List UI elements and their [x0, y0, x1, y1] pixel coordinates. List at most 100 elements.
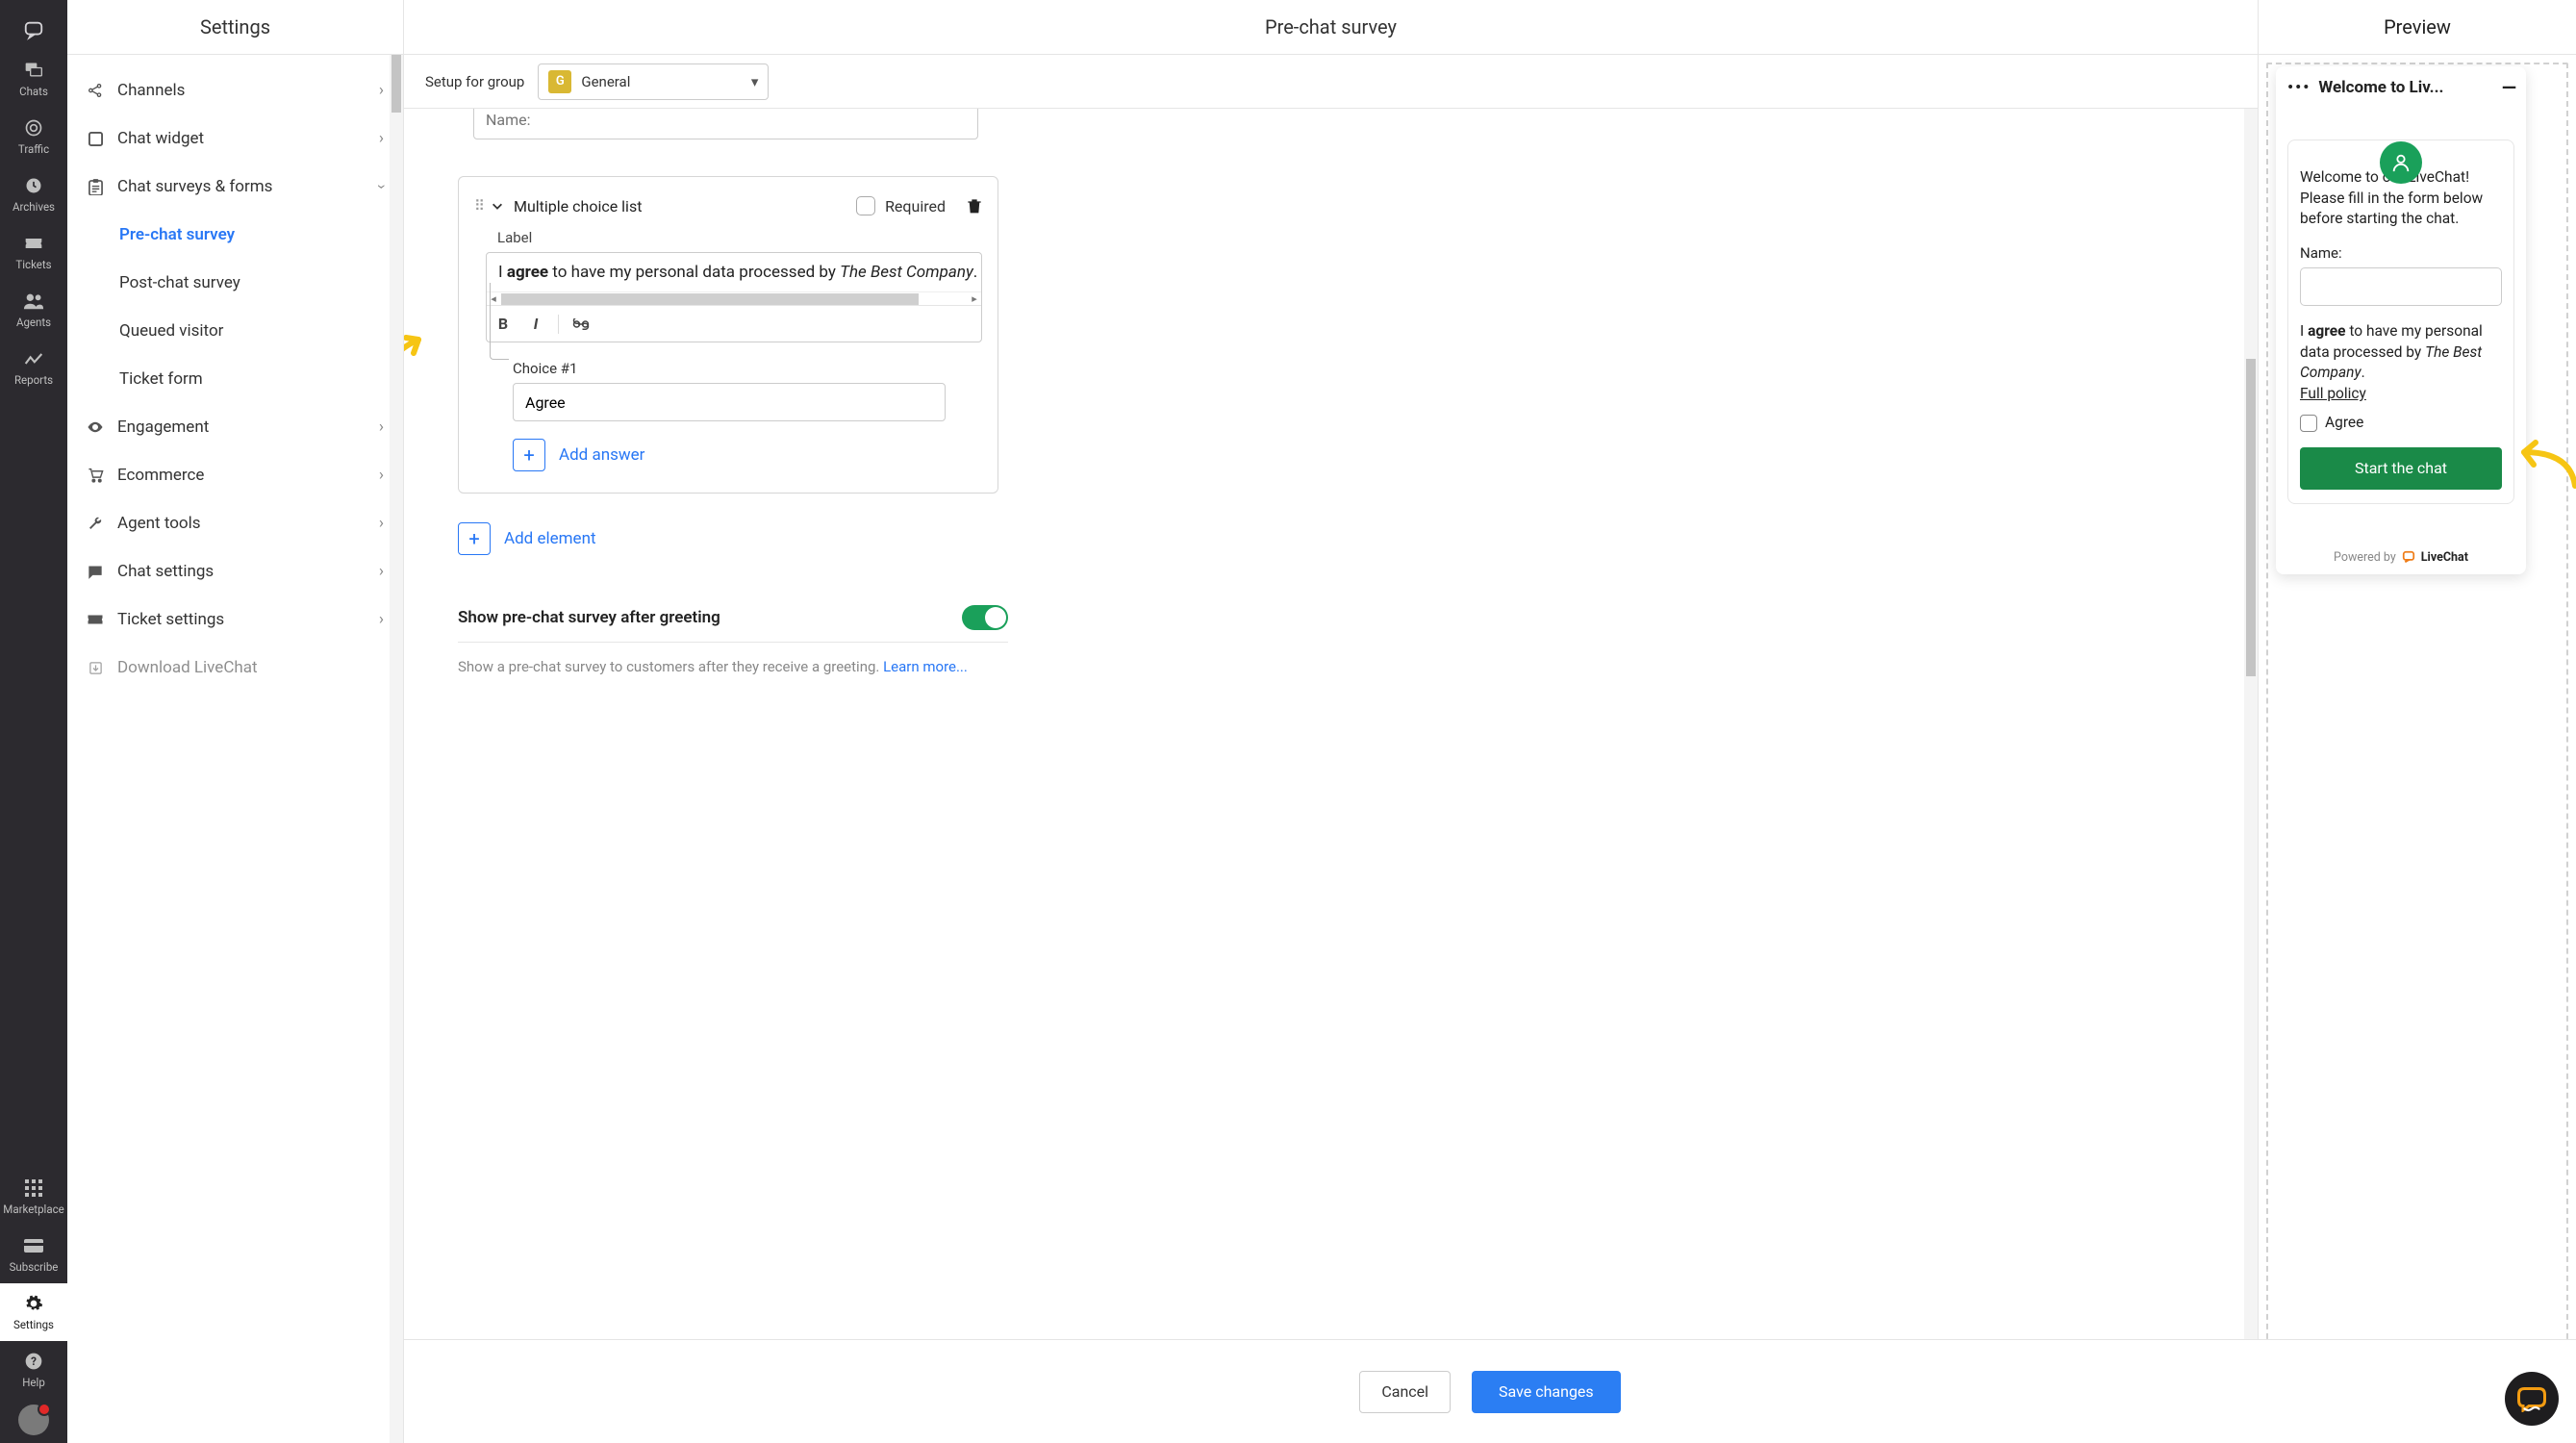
rail-subscribe[interactable]: Subscribe: [0, 1226, 67, 1283]
minimize-icon[interactable]: —: [2502, 76, 2514, 99]
action-footer: Cancel Save changes: [404, 1339, 2576, 1443]
chevron-down-icon[interactable]: [491, 199, 504, 213]
italic-button[interactable]: I: [519, 310, 552, 339]
card-type: Multiple choice list: [514, 197, 642, 215]
cart-icon: [87, 467, 104, 484]
toggle-switch[interactable]: [962, 605, 1008, 630]
annotation-arrow-icon: [404, 330, 433, 417]
rail-chats[interactable]: Chats: [0, 50, 67, 108]
menu-channels[interactable]: Channels ›: [67, 66, 403, 114]
chevron-down-icon: ▾: [751, 73, 759, 90]
menu-label: Ticket settings: [117, 610, 224, 629]
preview-name-input[interactable]: [2300, 267, 2502, 306]
rail-label: Marketplace: [3, 1202, 63, 1216]
choice-label: Choice #1: [513, 360, 982, 377]
cancel-button[interactable]: Cancel: [1359, 1371, 1451, 1413]
menu-chat-settings[interactable]: Chat settings ›: [67, 547, 403, 595]
add-element-button[interactable]: +: [458, 522, 491, 555]
rich-text-editor[interactable]: I agree to have my personal data process…: [486, 252, 982, 342]
choice-input[interactable]: [513, 383, 946, 421]
menu-label: Chat widget: [117, 129, 204, 148]
checkbox-icon: [2300, 415, 2317, 432]
avatar[interactable]: [18, 1405, 49, 1435]
rte-content[interactable]: I agree to have my personal data process…: [487, 253, 981, 291]
menu-sub-queued[interactable]: Queued visitor: [67, 307, 403, 355]
card-icon: [23, 1235, 44, 1256]
menu-ticket-settings[interactable]: Ticket settings ›: [67, 595, 403, 644]
preview-name-label: Name:: [2300, 243, 2502, 264]
scrollbar[interactable]: [2244, 109, 2258, 1443]
rail-label: Help: [22, 1376, 45, 1389]
rail-logo[interactable]: [0, 10, 67, 50]
show-greeting-title: Show pre-chat survey after greeting: [458, 608, 720, 627]
menu-engagement[interactable]: Engagement ›: [67, 403, 403, 451]
label-title: Label: [497, 229, 982, 246]
chats-icon: [23, 60, 44, 81]
chevron-right-icon: ›: [379, 514, 384, 533]
more-icon[interactable]: •••: [2287, 78, 2311, 97]
menu-sub-postchat[interactable]: Post-chat survey: [67, 259, 403, 307]
rail-reports[interactable]: Reports: [0, 339, 67, 396]
start-chat-button[interactable]: Start the chat: [2300, 447, 2502, 490]
required-toggle[interactable]: Required: [856, 196, 946, 215]
chevron-right-icon: ›: [379, 418, 384, 437]
trash-icon[interactable]: [967, 197, 982, 215]
rail-help[interactable]: ? Help: [0, 1341, 67, 1399]
add-answer-button[interactable]: +: [513, 439, 545, 471]
svg-text:?: ?: [31, 1354, 37, 1368]
rail-tickets[interactable]: Tickets: [0, 223, 67, 281]
livechat-logo-icon: [2402, 550, 2415, 564]
menu-label: Agent tools: [117, 514, 201, 533]
preview-agree-checkbox[interactable]: Agree: [2300, 413, 2502, 434]
rail-settings[interactable]: Settings: [0, 1283, 67, 1341]
tree-connector: [490, 283, 509, 360]
add-answer-link[interactable]: Add answer: [559, 445, 644, 465]
menu-label: Channels: [117, 81, 185, 100]
rail-label: Archives: [13, 200, 55, 214]
menu-label: Chat surveys & forms: [117, 177, 272, 196]
square-icon: [87, 130, 104, 147]
rail-label: Agents: [16, 316, 51, 329]
wrench-icon: [87, 515, 104, 532]
horizontal-scrollbar[interactable]: ◂▸: [487, 291, 981, 305]
chevron-right-icon: ›: [379, 562, 384, 581]
preview-column: Preview ••• Welcome to Liv... — Welcome …: [2259, 0, 2576, 1443]
full-policy-link[interactable]: Full policy: [2300, 385, 2366, 402]
group-select[interactable]: G General ▾: [538, 63, 769, 100]
grid-icon: [23, 1177, 44, 1199]
rail-label: Traffic: [18, 142, 49, 156]
link-button[interactable]: [565, 310, 597, 339]
rail-traffic[interactable]: Traffic: [0, 108, 67, 165]
chevron-right-icon: ›: [379, 610, 384, 629]
name-field[interactable]: [473, 109, 978, 139]
menu-download[interactable]: Download LiveChat: [67, 644, 403, 692]
chevron-down-icon: ›: [371, 184, 391, 189]
rail-label: Subscribe: [10, 1260, 59, 1274]
main-title: Pre-chat survey: [404, 0, 2258, 55]
menu-agent-tools[interactable]: Agent tools ›: [67, 499, 403, 547]
add-element-link[interactable]: Add element: [504, 529, 596, 548]
learn-more-link[interactable]: Learn more...: [883, 658, 968, 675]
scrollbar[interactable]: [390, 55, 403, 1443]
eye-icon: [87, 418, 104, 436]
preview-agree-text: I agree to have my personal data process…: [2300, 321, 2502, 405]
menu-sub-prechat[interactable]: Pre-chat survey: [67, 211, 403, 259]
rail-agents[interactable]: Agents: [0, 281, 67, 339]
settings-sidebar: Settings Channels › Chat widget › Chat s…: [67, 0, 404, 1443]
message-icon: [87, 563, 104, 580]
clock-icon: [23, 175, 44, 196]
widget-bubble: Welcome to our LiveChat! Please fill in …: [2287, 139, 2514, 504]
drag-handle-icon[interactable]: ⠿: [474, 197, 485, 215]
menu-surveys[interactable]: Chat surveys & forms ›: [67, 163, 403, 211]
group-value: General: [581, 73, 630, 90]
chat-launcher-button[interactable]: [2505, 1372, 2559, 1426]
rail-archives[interactable]: Archives: [0, 165, 67, 223]
rail-marketplace[interactable]: Marketplace: [0, 1168, 67, 1226]
menu-ecommerce[interactable]: Ecommerce ›: [67, 451, 403, 499]
menu-sub-ticketform[interactable]: Ticket form: [67, 355, 403, 403]
menu-chat-widget[interactable]: Chat widget ›: [67, 114, 403, 163]
save-button[interactable]: Save changes: [1472, 1371, 1621, 1413]
rail-label: Reports: [14, 373, 53, 387]
rte-toolbar: B I: [487, 305, 981, 342]
help-icon: ?: [23, 1351, 44, 1372]
